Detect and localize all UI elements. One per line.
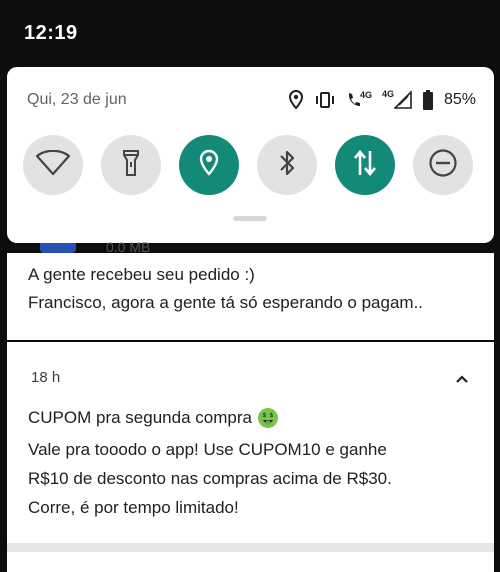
quick-settings-panel: Qui, 23 de jun 4G 4G 85% — [7, 67, 494, 243]
battery-percent: 85% — [443, 91, 476, 108]
notification-body-line: R$10 de desconto nas compras acima de R$… — [28, 469, 392, 488]
battery-icon — [422, 90, 434, 110]
tile-flashlight[interactable] — [101, 135, 161, 195]
notification-divider — [7, 543, 494, 552]
notification-time: 18 h — [31, 369, 61, 386]
svg-text:$: $ — [269, 412, 273, 419]
notification-title: CUPOM pra segunda compra $ $ — [28, 408, 278, 428]
svg-text:$: $ — [262, 412, 266, 419]
notification-next[interactable] — [7, 552, 494, 572]
notification-body-line: Corre, é por tempo limitado! — [28, 498, 239, 517]
flashlight-icon — [122, 149, 140, 182]
notification-body: Francisco, agora a gente tá só esperando… — [28, 293, 424, 312]
data-arrows-icon — [353, 149, 377, 182]
qs-date[interactable]: Qui, 23 de jun — [27, 91, 127, 109]
notification-title-text: CUPOM pra segunda compra — [28, 408, 252, 427]
money-mouth-emoji-icon: $ $ — [257, 408, 278, 428]
hidden-notification-peek — [40, 243, 76, 253]
status-time: 12:19 — [24, 22, 78, 44]
collapse-chevron-icon[interactable] — [452, 369, 472, 389]
notification-body: Vale pra tooodo o app! Use CUPOM10 e gan… — [28, 435, 478, 522]
vibrate-icon — [314, 91, 336, 109]
location-pin-icon — [199, 149, 219, 182]
qs-status-icons: 4G 4G 85% — [288, 89, 476, 111]
dnd-icon — [428, 148, 458, 183]
quick-settings-tiles — [7, 135, 494, 197]
drag-handle[interactable] — [233, 216, 267, 221]
4g-signal-icon: 4G — [381, 89, 412, 109]
tile-wifi[interactable] — [23, 135, 83, 195]
tile-do-not-disturb[interactable] — [413, 135, 473, 195]
location-icon — [288, 90, 304, 110]
tile-mobile-data[interactable] — [335, 135, 395, 195]
notification-body-line: Vale pra tooodo o app! Use CUPOM10 e gan… — [28, 440, 387, 459]
notification-order-received[interactable]: A gente recebeu seu pedido :) Francisco,… — [7, 253, 494, 340]
notification-title: A gente recebeu seu pedido :) — [28, 265, 255, 284]
wifi-icon — [35, 149, 71, 181]
bluetooth-icon — [278, 148, 296, 183]
status-bar: 12:19 — [0, 0, 500, 66]
notification-coupon[interactable]: 18 h CUPOM pra segunda compra $ $ Vale p… — [7, 342, 494, 543]
network-label-2: 4G — [381, 89, 394, 99]
network-label: 4G — [359, 90, 372, 100]
volte-call-icon: 4G — [346, 90, 372, 108]
tile-location[interactable] — [179, 135, 239, 195]
tile-bluetooth[interactable] — [257, 135, 317, 195]
